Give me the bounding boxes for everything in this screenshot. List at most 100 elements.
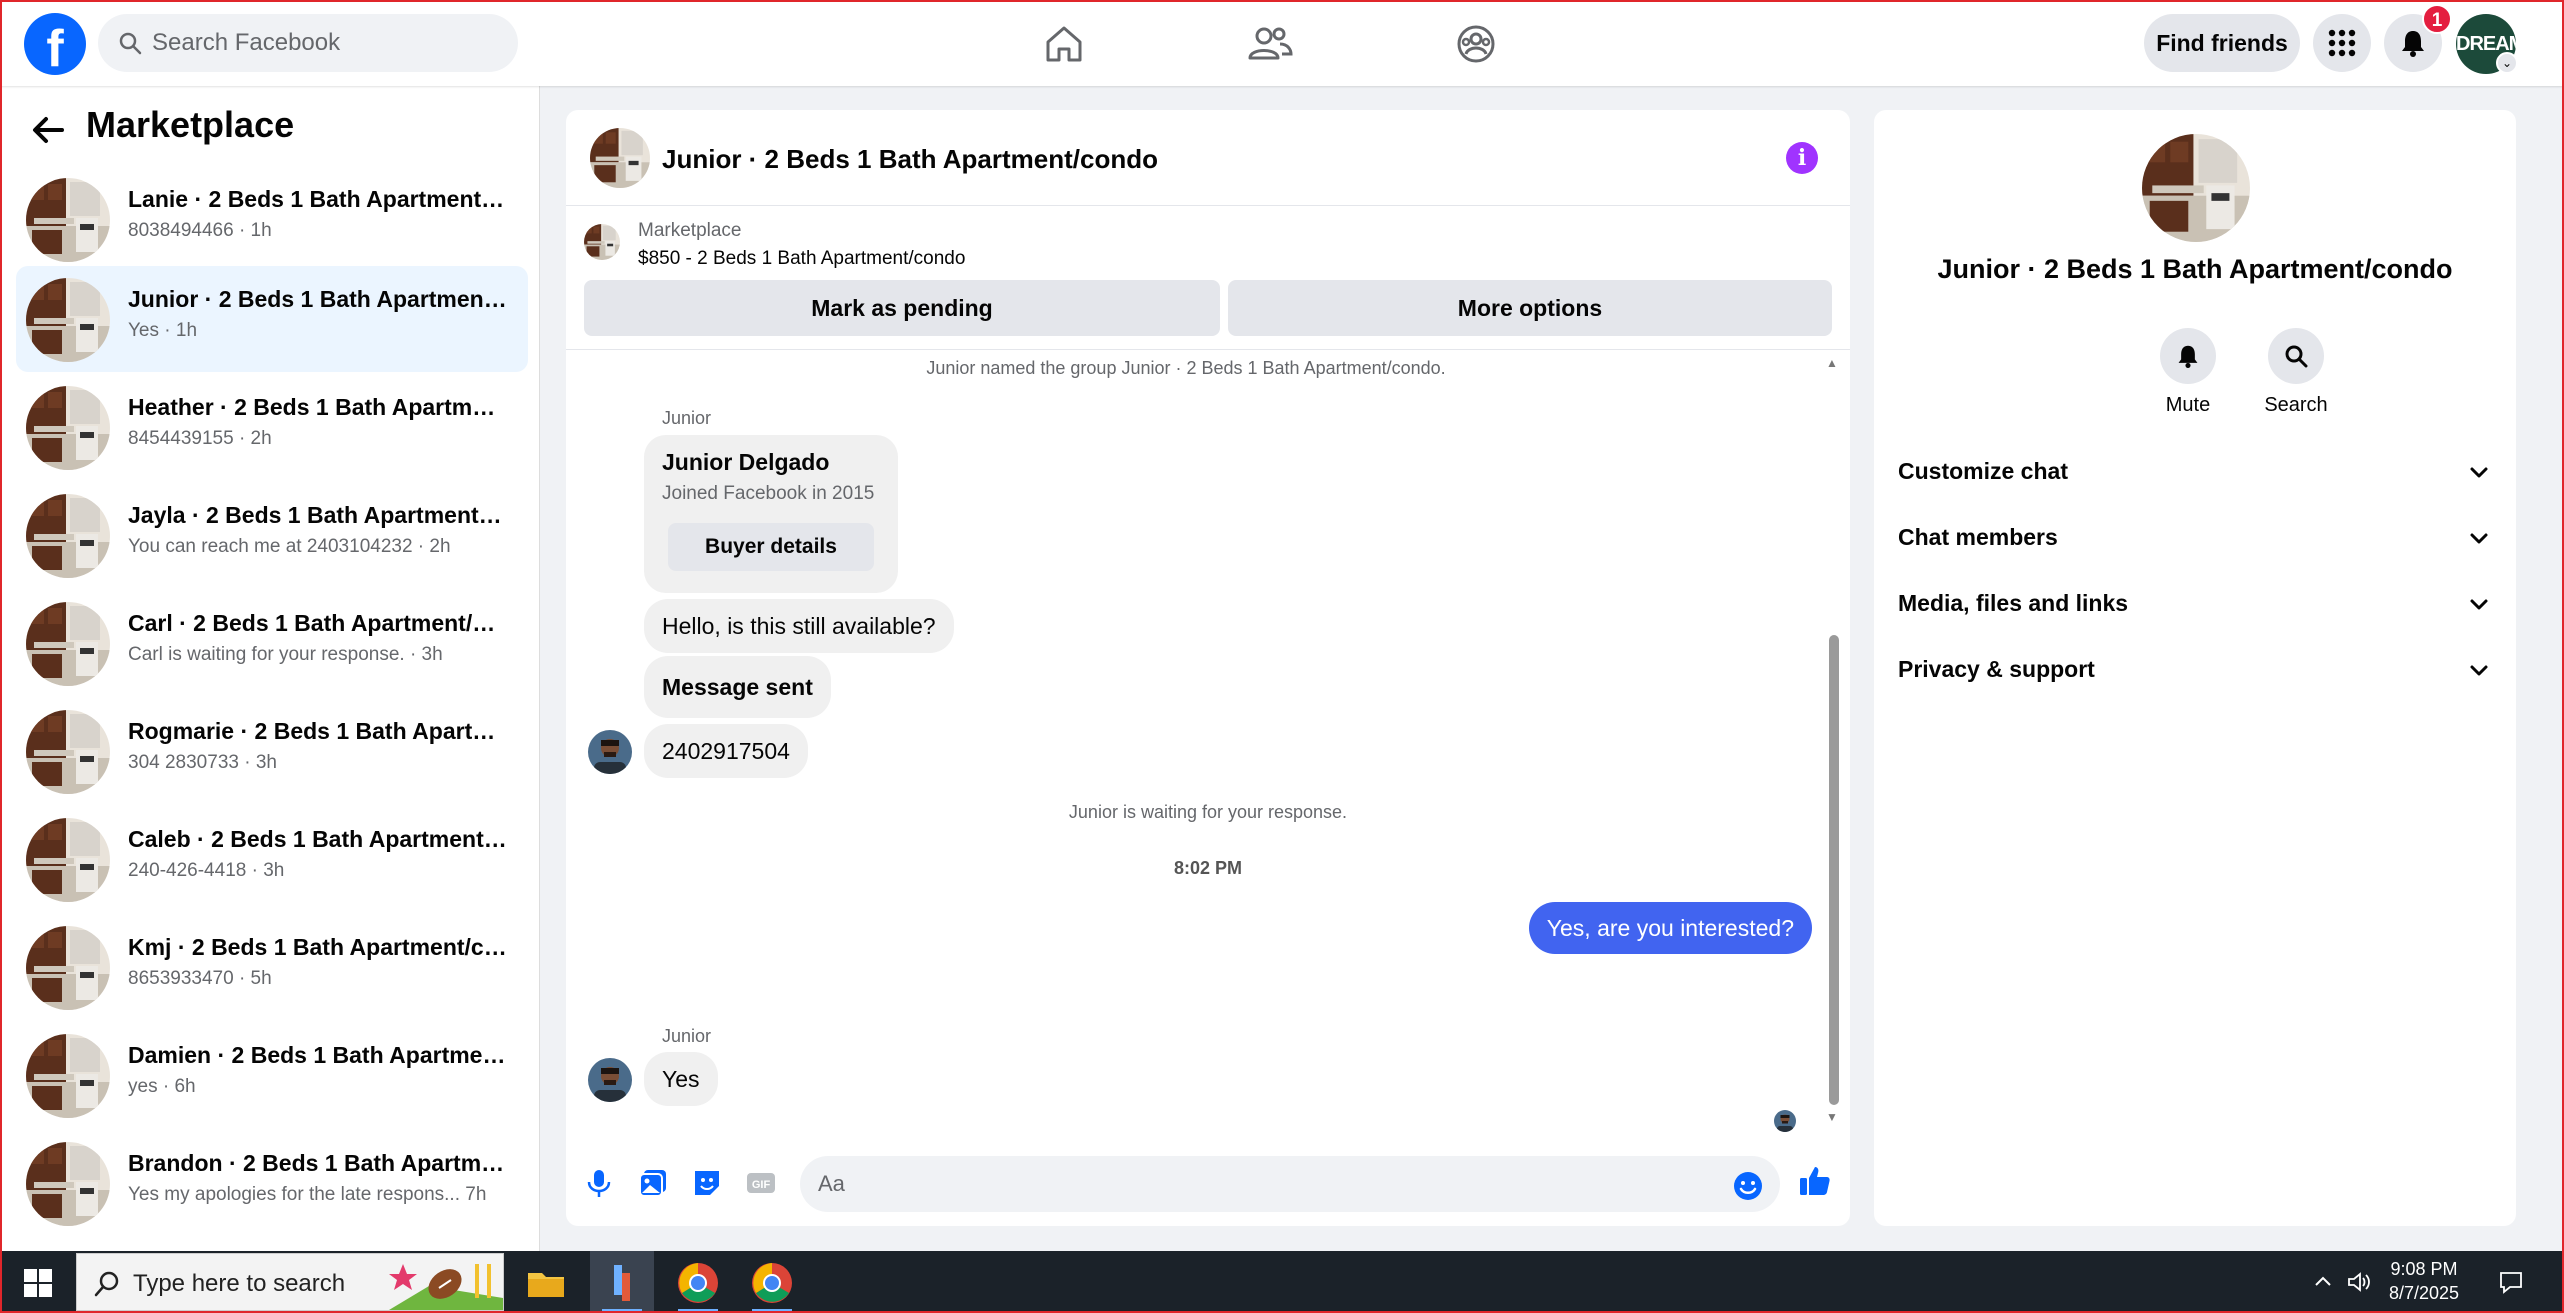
message-bubble: Message sent: [644, 656, 831, 718]
buyer-details-button[interactable]: Buyer details: [668, 523, 874, 571]
chevron-down-icon: [2470, 467, 2488, 478]
media-files-links-row[interactable]: Media, files and links: [1898, 574, 2492, 634]
conversation-item[interactable]: Lanie · 2 Beds 1 Bath Apartment/c... 803…: [16, 166, 528, 272]
sender-avatar[interactable]: [588, 730, 632, 774]
app-running-indicator: [752, 1309, 792, 1313]
emoji-icon[interactable]: [1732, 1170, 1764, 1202]
customize-chat-row[interactable]: Customize chat: [1898, 442, 2492, 502]
windows-start-icon[interactable]: [24, 1269, 52, 1297]
scroll-up-arrow-icon[interactable]: ▲: [1826, 356, 1838, 370]
buyer-name: Junior Delgado: [662, 449, 830, 475]
privacy-support-row[interactable]: Privacy & support: [1898, 640, 2492, 700]
message-input-box[interactable]: [800, 1156, 1780, 1212]
sender-avatar[interactable]: [588, 1058, 632, 1102]
chevron-down-icon: [2470, 665, 2488, 676]
listing-price[interactable]: $850 - 2 Beds 1 Bath Apartment/condo: [638, 248, 965, 270]
message-bubble: Hello, is this still available?: [644, 599, 954, 653]
chevron-down-icon[interactable]: ⌄: [2496, 52, 2518, 74]
file-explorer-icon[interactable]: [522, 1259, 570, 1307]
listing-thumbnail: [26, 926, 110, 1010]
sender-name: Junior: [662, 408, 712, 428]
conversation-item[interactable]: Kmj · 2 Beds 1 Bath Apartment/co... 8653…: [16, 914, 528, 1020]
chevron-down-icon: [2470, 599, 2488, 610]
search-input[interactable]: [152, 14, 502, 72]
gif-icon[interactable]: GIF: [744, 1166, 778, 1200]
scrollbar-thumb[interactable]: [1829, 635, 1839, 1105]
listing-source: Marketplace: [638, 220, 742, 241]
chat-title[interactable]: Junior · 2 Beds 1 Bath Apartment/condo: [662, 144, 1158, 175]
more-options-button[interactable]: More options: [1228, 280, 1832, 336]
conversation-item-active[interactable]: Junior · 2 Beds 1 Bath Apartment/c... Ye…: [16, 266, 528, 372]
conversation-preview: 240-426-4418 · 3h: [128, 860, 285, 881]
row-label: Customize chat: [1898, 458, 2068, 484]
chat-listing-thumbnail[interactable]: [590, 128, 650, 188]
mark-as-pending-button[interactable]: Mark as pending: [584, 280, 1220, 336]
thumbs-up-icon[interactable]: [1798, 1164, 1832, 1198]
sticker-icon[interactable]: [690, 1166, 724, 1200]
details-title: Junior · 2 Beds 1 Bath Apartment/condo: [1937, 254, 2453, 284]
scroll-down-arrow-icon[interactable]: ▼: [1826, 1110, 1838, 1124]
conversation-item[interactable]: Rogmarie · 2 Beds 1 Bath Apartme... 304 …: [16, 698, 528, 804]
conversation-preview: 8038494466 · 1h: [128, 220, 272, 241]
buyer-joined: Joined Facebook in 2015: [662, 483, 875, 504]
taskbar-search-box[interactable]: Type here to search: [76, 1253, 504, 1311]
photo-icon[interactable]: [636, 1166, 670, 1200]
chat-panel: Junior · 2 Beds 1 Bath Apartment/condo i…: [566, 110, 1850, 1226]
message-input[interactable]: [818, 1156, 1718, 1212]
message-bubble: 2402917504: [644, 724, 808, 778]
chrome-icon[interactable]: [748, 1259, 796, 1307]
row-label: Privacy & support: [1898, 656, 2095, 682]
conversation-title: Brandon · 2 Beds 1 Bath Apartmen...: [128, 1150, 508, 1176]
groups-icon[interactable]: [1452, 20, 1500, 68]
menu-button[interactable]: [2313, 14, 2371, 72]
chevron-up-icon[interactable]: [2310, 1269, 2336, 1295]
conversation-preview: Yes my apologies for the late respons...…: [128, 1184, 487, 1205]
chat-header: Junior · 2 Beds 1 Bath Apartment/condo i: [566, 110, 1850, 206]
taskbar-clock[interactable]: 9:08 PM 8/7/2025: [2376, 1257, 2472, 1305]
conversation-title: Kmj · 2 Beds 1 Bath Apartment/co...: [128, 934, 508, 960]
clock-date: 8/7/2025: [2388, 1283, 2460, 1303]
info-icon[interactable]: i: [1786, 142, 1818, 174]
listing-thumbnail: [26, 178, 110, 262]
conversation-preview: 8653933470 · 5h: [128, 968, 272, 989]
app-icon[interactable]: [598, 1259, 646, 1307]
find-friends-button[interactable]: Find friends: [2144, 14, 2300, 72]
listing-thumbnail: [26, 386, 110, 470]
mute-button[interactable]: Mute: [2138, 328, 2238, 417]
search-icon: [94, 1271, 119, 1297]
conversation-item[interactable]: Damien · 2 Beds 1 Bath Apartment... yes …: [16, 1022, 528, 1128]
bell-icon: [2178, 345, 2198, 368]
search-in-chat-button[interactable]: Search: [2246, 328, 2346, 417]
search-box[interactable]: [98, 14, 518, 72]
home-icon[interactable]: [1040, 20, 1088, 68]
conversation-item[interactable]: Jayla · 2 Beds 1 Bath Apartment/co... Yo…: [16, 482, 528, 588]
top-navigation-bar: f Find friends 1 DREAM ⌄: [0, 0, 2564, 86]
conversation-item[interactable]: Heather · 2 Beds 1 Bath Apartment... 845…: [16, 374, 528, 480]
back-arrow-icon[interactable]: [28, 110, 68, 150]
facebook-logo-icon[interactable]: f: [24, 13, 86, 75]
listing-banner: Marketplace $850 - 2 Beds 1 Bath Apartme…: [566, 206, 1850, 350]
chat-members-row[interactable]: Chat members: [1898, 508, 2492, 568]
taskbar-search-placeholder: Type here to search: [133, 1270, 346, 1297]
microphone-icon[interactable]: [582, 1166, 616, 1200]
svg-text:GIF: GIF: [752, 1179, 771, 1191]
listing-thumbnail: [26, 1142, 110, 1226]
clock-time: 9:08 PM: [2390, 1259, 2458, 1279]
conversation-preview: You can reach me at 2403104232 · 2h: [128, 536, 451, 557]
conversation-item[interactable]: Brandon · 2 Beds 1 Bath Apartmen... Yes …: [16, 1130, 528, 1236]
volume-icon[interactable]: [2346, 1269, 2372, 1295]
listing-thumbnail: [26, 278, 110, 362]
friends-icon[interactable]: [1246, 20, 1294, 68]
notification-center-icon[interactable]: [2498, 1269, 2524, 1295]
listing-thumbnail[interactable]: [584, 224, 620, 260]
conversation-title: Caleb · 2 Beds 1 Bath Apartment/c...: [128, 826, 508, 852]
conversation-title: Lanie · 2 Beds 1 Bath Apartment/c...: [128, 186, 508, 212]
conversation-item[interactable]: Caleb · 2 Beds 1 Bath Apartment/c... 240…: [16, 806, 528, 912]
chrome-icon[interactable]: [674, 1259, 722, 1307]
mute-label: Mute: [2165, 394, 2211, 416]
conversation-item[interactable]: Carl · 2 Beds 1 Bath Apartment/co... Car…: [16, 590, 528, 696]
active-app-indicator: [602, 1309, 642, 1313]
chat-avatar[interactable]: [2142, 134, 2250, 242]
message-timestamp: 8:02 PM: [1173, 858, 1243, 878]
conversation-preview: Carl is waiting for your response. · 3h: [128, 644, 443, 665]
